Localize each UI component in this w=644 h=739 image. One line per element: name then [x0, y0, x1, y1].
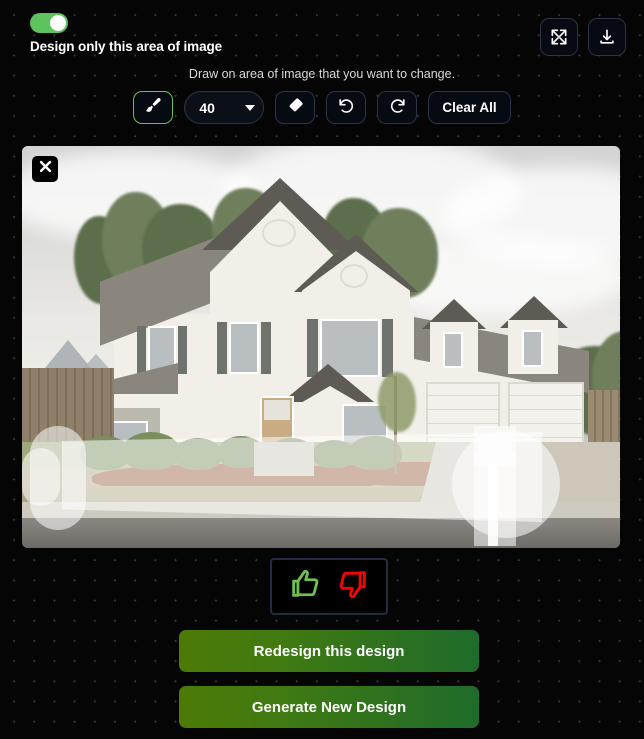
eraser-tool-button[interactable] [275, 91, 316, 124]
action-buttons: Redesign this design Generate New Design [179, 630, 479, 728]
paintbrush-icon [144, 96, 163, 120]
redo-button[interactable] [377, 91, 418, 124]
shutter [178, 326, 187, 374]
generate-new-design-button[interactable]: Generate New Design [179, 686, 479, 728]
bush [122, 432, 180, 470]
sidewalk [22, 502, 620, 518]
download-icon [597, 27, 617, 47]
draw-hint-text: Draw on area of image that you want to c… [188, 67, 456, 81]
front-walk [254, 442, 314, 476]
thumbs-down-button[interactable] [336, 567, 370, 606]
brush-tool-button[interactable] [133, 91, 174, 124]
design-only-area-toggle[interactable] [30, 13, 68, 33]
thumbs-up-button[interactable] [288, 567, 322, 606]
redo-icon [388, 96, 407, 120]
design-area-toggle-group: Design only this area of image [30, 13, 222, 54]
brush-size-select-inner: 40 [187, 93, 264, 122]
shutter [137, 326, 146, 374]
sapling-canopy [378, 372, 416, 432]
upper-window-center [229, 322, 259, 374]
canvas-tools-group [540, 18, 626, 56]
eraser-icon [286, 96, 305, 120]
gable-vent-second [340, 264, 368, 288]
gable-vent-main [262, 219, 296, 247]
clear-all-button[interactable]: Clear All [428, 91, 511, 124]
fence-left [22, 368, 114, 442]
undo-icon [337, 96, 356, 120]
expand-icon [549, 27, 569, 47]
mailbox-base [474, 452, 516, 466]
dormer-window-right [522, 330, 543, 367]
feedback-bar [270, 558, 388, 615]
road [22, 518, 620, 548]
house-photo [22, 146, 620, 548]
design-only-area-label: Design only this area of image [30, 39, 223, 54]
mailbox-head [478, 428, 512, 454]
driveway [420, 442, 620, 504]
download-button[interactable] [588, 18, 626, 56]
close-image-button[interactable] [32, 156, 58, 182]
drawing-toolbar: 40 Clear All [0, 91, 644, 124]
chevron-down-icon [245, 104, 256, 111]
dormer-window-left [443, 332, 463, 368]
shutter [382, 319, 393, 377]
design-editor-page: Design only this area of image Draw on a… [0, 0, 644, 739]
clear-all-label: Clear All [442, 100, 497, 115]
close-icon [38, 159, 53, 179]
brush-size-select[interactable]: 40 [184, 91, 265, 124]
image-canvas[interactable] [22, 146, 620, 548]
toggle-knob [50, 15, 66, 31]
fullscreen-button[interactable] [540, 18, 578, 56]
redesign-this-design-button[interactable]: Redesign this design [179, 630, 479, 672]
shutter [261, 322, 271, 374]
undo-button[interactable] [326, 91, 367, 124]
shutter [217, 322, 227, 374]
door-transom [264, 400, 290, 420]
bush [174, 438, 222, 470]
garage-door-right-panels [508, 382, 584, 444]
brush-size-value: 40 [199, 99, 215, 116]
